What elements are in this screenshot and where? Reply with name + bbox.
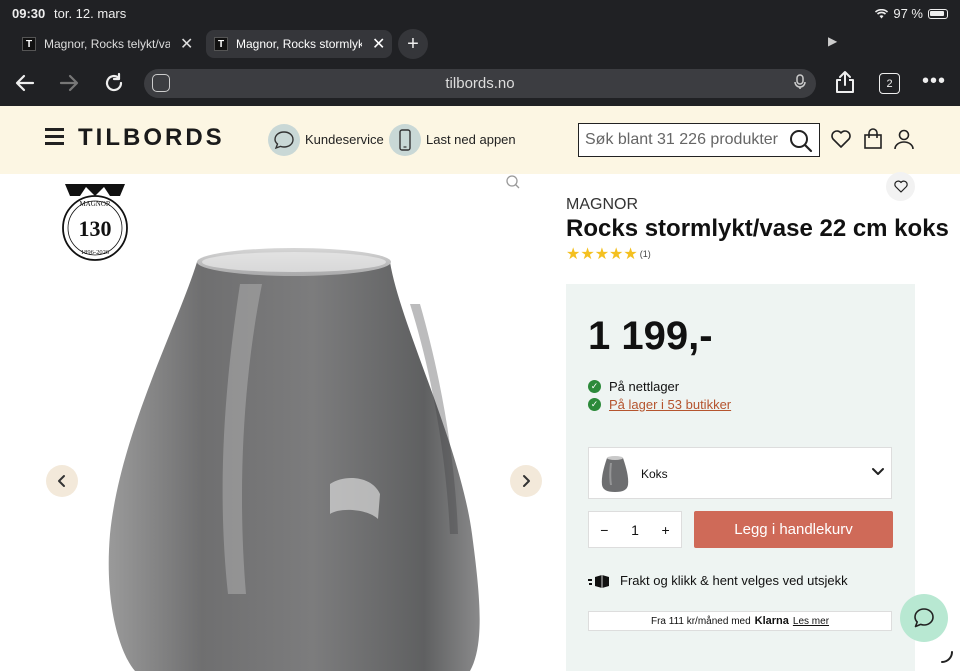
phone-icon[interactable] bbox=[389, 124, 421, 156]
address-bar[interactable]: tilbords.no bbox=[144, 69, 816, 98]
star-icon: ★ bbox=[566, 246, 581, 263]
status-bar: 09:30 tor. 12. mars 97 % bbox=[0, 0, 960, 26]
stock-stores-link[interactable]: På lager i 53 butikker bbox=[609, 397, 731, 412]
status-right: 97 % bbox=[875, 6, 948, 21]
boxes-icon bbox=[588, 574, 609, 588]
reload-button[interactable] bbox=[103, 72, 125, 100]
tab-count-button[interactable]: 2 bbox=[879, 73, 900, 94]
shipping-text: Frakt og klikk & hent velges ved utsjekk bbox=[620, 573, 848, 588]
buy-box: 1 199,- ✓ På nettlager ✓ På lager i 53 b… bbox=[566, 284, 915, 671]
stock-online-label: På nettlager bbox=[609, 379, 680, 394]
new-tab-button[interactable]: + bbox=[398, 29, 428, 59]
tab-active[interactable]: T Magnor, Rocks stormlykt ✕ bbox=[206, 30, 392, 58]
share-icon[interactable] bbox=[834, 70, 856, 99]
battery-percent: 97 % bbox=[893, 6, 923, 21]
user-icon[interactable] bbox=[893, 128, 915, 155]
arrow-left-icon bbox=[15, 74, 35, 92]
product-price: 1 199,- bbox=[588, 314, 713, 358]
download-app-link[interactable]: Last ned appen bbox=[426, 132, 516, 147]
klarna-prefix: Fra 111 kr/måned med bbox=[650, 615, 751, 627]
site-header: TILBORDS Kundeservice Last ned appen bbox=[0, 106, 960, 174]
variant-thumbnail bbox=[601, 456, 629, 492]
quantity-stepper[interactable]: − 1 + bbox=[588, 511, 682, 548]
add-to-wishlist-button[interactable] bbox=[886, 172, 915, 201]
wifi-icon bbox=[875, 8, 889, 18]
reload-icon bbox=[105, 72, 123, 92]
address-url: tilbords.no bbox=[445, 75, 515, 92]
product-image[interactable] bbox=[0, 174, 556, 671]
resize-handle-icon bbox=[940, 650, 954, 669]
star-icon: ★ bbox=[623, 246, 638, 263]
chat-button[interactable] bbox=[900, 594, 948, 642]
quantity-value[interactable]: 1 bbox=[631, 522, 639, 538]
favicon-icon: T bbox=[214, 37, 228, 51]
variant-select[interactable]: Koks bbox=[588, 447, 892, 499]
stock-online: ✓ På nettlager bbox=[588, 379, 679, 394]
close-icon[interactable]: ✕ bbox=[180, 34, 193, 54]
product-gallery[interactable]: MAGNOR 130 1896-2026 bbox=[0, 174, 556, 671]
microphone-icon[interactable] bbox=[794, 74, 806, 93]
tab-title: Magnor, Rocks telykt/vase bbox=[44, 37, 170, 51]
add-to-cart-button[interactable]: Legg i handlekurv bbox=[694, 511, 893, 548]
browser-chrome: 09:30 tor. 12. mars 97 % T Magnor, Rocks… bbox=[0, 0, 960, 106]
check-icon: ✓ bbox=[588, 398, 601, 411]
status-date: tor. 12. mars bbox=[54, 6, 127, 21]
chevron-left-icon bbox=[58, 475, 65, 487]
status-time: 09:30 bbox=[12, 6, 46, 21]
star-icon: ★ bbox=[609, 246, 624, 263]
klarna-logo: Klarna bbox=[754, 615, 789, 627]
chevron-down-icon bbox=[871, 464, 885, 483]
battery-icon bbox=[928, 8, 948, 19]
check-icon: ✓ bbox=[588, 380, 601, 393]
star-icon: ★ bbox=[580, 246, 595, 263]
customer-service-link[interactable]: Kundeservice bbox=[305, 132, 384, 147]
close-icon[interactable]: ✕ bbox=[372, 34, 385, 54]
shipping-info: Frakt og klikk & hent velges ved utsjekk bbox=[588, 573, 848, 588]
pointer-cursor-icon: ▶ bbox=[828, 34, 838, 48]
heart-icon[interactable] bbox=[830, 128, 852, 155]
stock-stores: ✓ På lager i 53 butikker bbox=[588, 397, 731, 412]
shopping-bag-icon[interactable] bbox=[862, 128, 884, 155]
site-logo[interactable]: TILBORDS bbox=[78, 124, 225, 152]
increase-quantity-button[interactable]: + bbox=[662, 522, 670, 538]
more-menu-icon[interactable]: ••• bbox=[922, 70, 946, 93]
search-icon[interactable] bbox=[789, 129, 813, 158]
favicon-icon: T bbox=[22, 37, 36, 51]
tab-inactive[interactable]: T Magnor, Rocks telykt/vase ✕ bbox=[14, 30, 198, 58]
search-input[interactable] bbox=[585, 131, 785, 149]
product-brand[interactable]: MAGNOR bbox=[566, 196, 638, 214]
star-icon: ★ bbox=[594, 246, 610, 263]
heart-icon bbox=[893, 180, 908, 193]
product-title: Rocks stormlykt/vase 22 cm koks bbox=[566, 215, 949, 242]
search-box[interactable] bbox=[578, 123, 820, 157]
chat-bubble-icon[interactable] bbox=[268, 124, 300, 156]
decrease-quantity-button[interactable]: − bbox=[600, 522, 608, 538]
chevron-right-icon bbox=[523, 475, 530, 487]
menu-icon[interactable] bbox=[45, 128, 64, 145]
forward-button[interactable] bbox=[58, 72, 80, 100]
variant-label: Koks bbox=[641, 467, 668, 481]
rating-stars[interactable]: ★ ★ ★ ★ ★ (1) bbox=[566, 244, 651, 264]
back-button[interactable] bbox=[14, 72, 36, 100]
tab-title: Magnor, Rocks stormlykt bbox=[236, 37, 362, 51]
chat-bubble-icon bbox=[914, 608, 934, 628]
next-image-button[interactable] bbox=[510, 465, 542, 497]
klarna-read-more-link[interactable]: Les mer bbox=[793, 616, 829, 627]
previous-image-button[interactable] bbox=[46, 465, 78, 497]
arrow-right-icon bbox=[59, 74, 79, 92]
klarna-financing[interactable]: Fra 111 kr/måned med Klarna Les mer bbox=[588, 611, 892, 631]
review-count: (1) bbox=[639, 249, 651, 259]
